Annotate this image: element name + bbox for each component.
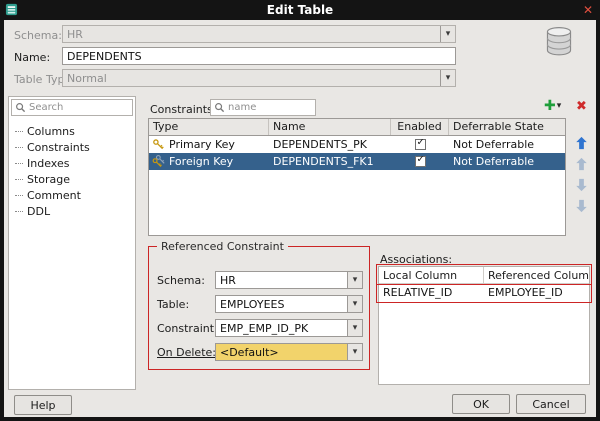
- constraints-section-label: Constraints:: [150, 103, 217, 116]
- on-delete-label: On Delete:: [157, 346, 216, 359]
- schema-label: Schema:: [14, 29, 62, 42]
- delete-constraint-button[interactable]: ✖: [576, 99, 587, 115]
- close-icon[interactable]: ✕: [583, 2, 593, 18]
- add-constraint-button[interactable]: ✚ ▾: [544, 98, 561, 114]
- constraints-table-header: Type Name Enabled Deferrable State: [149, 119, 565, 136]
- chevron-down-icon: [347, 272, 362, 288]
- tree-item-label: Columns: [27, 124, 75, 138]
- schema-select: HR: [62, 25, 456, 43]
- chevron-down-icon: ▾: [556, 101, 562, 111]
- dialog-title: Edit Table: [266, 3, 334, 17]
- name-label: Name:: [14, 51, 51, 64]
- move-up-icon[interactable]: [575, 136, 588, 150]
- sidebar-item-storage[interactable]: Storage: [13, 171, 133, 187]
- sidebar-item-columns[interactable]: Columns: [13, 123, 133, 139]
- enabled-checkbox[interactable]: [414, 156, 426, 167]
- navigation-panel: Columns Constraints Indexes Storage Comm…: [8, 96, 136, 390]
- search-icon: [16, 103, 26, 113]
- constraints-table: Type Name Enabled Deferrable State Prima…: [148, 118, 566, 236]
- associations-table: Local Column Referenced Column RELATIVE_…: [378, 266, 590, 385]
- referenced-column-value: EMPLOYEE_ID: [488, 286, 563, 299]
- ref-table-select[interactable]: EMPLOYEES: [215, 295, 363, 313]
- tree-item-label: Constraints: [27, 140, 90, 154]
- chevron-down-icon: [440, 26, 455, 42]
- delete-icon: ✖: [576, 99, 587, 114]
- association-row[interactable]: RELATIVE_ID EMPLOYEE_ID: [379, 284, 589, 301]
- tree-item-label: Storage: [27, 172, 71, 186]
- tree-item-label: Comment: [27, 188, 81, 202]
- on-delete-value: <Default>: [216, 344, 347, 360]
- column-header-type[interactable]: Type: [149, 119, 269, 135]
- dialog-content: Schema: HR Name: Table Type: Normal: [4, 20, 596, 417]
- edit-table-window: Edit Table ✕ Schema: HR Name: Table Type…: [0, 0, 600, 421]
- referenced-constraint-group: Referenced Constraint Schema: HR Table: …: [148, 240, 370, 370]
- move-down-disabled-icon: [576, 178, 587, 192]
- title-bar: Edit Table ✕: [0, 0, 600, 20]
- ok-button[interactable]: OK: [452, 394, 510, 414]
- help-button[interactable]: Help: [14, 395, 72, 415]
- ref-constraint-select[interactable]: EMP_EMP_ID_PK: [215, 319, 363, 337]
- ref-constraint-value: EMP_EMP_ID_PK: [220, 322, 309, 335]
- sidebar-item-ddl[interactable]: DDL: [13, 203, 133, 219]
- associations-header: Local Column Referenced Column: [379, 267, 589, 284]
- constraint-type: Foreign Key: [169, 155, 234, 168]
- reorder-buttons: [573, 136, 590, 213]
- constraint-row-primary-key[interactable]: Primary Key DEPENDENTS_PK Not Deferrable: [149, 136, 565, 153]
- constraints-filter-input[interactable]: [228, 102, 312, 113]
- primary-key-icon: [153, 139, 164, 150]
- move-up-disabled-icon: [576, 157, 587, 171]
- app-icon: [5, 3, 18, 16]
- sidebar-search: [11, 99, 133, 116]
- ref-constraint-label: Constraint:: [157, 322, 218, 335]
- enabled-checkbox[interactable]: [414, 139, 426, 150]
- ref-table-value: EMPLOYEES: [220, 298, 285, 311]
- ref-schema-select[interactable]: HR: [215, 271, 363, 289]
- sidebar-item-indexes[interactable]: Indexes: [13, 155, 133, 171]
- on-delete-select[interactable]: <Default>: [215, 343, 363, 361]
- ref-schema-label: Schema:: [157, 274, 205, 287]
- navigation-tree: Columns Constraints Indexes Storage Comm…: [13, 123, 133, 219]
- column-header-enabled[interactable]: Enabled: [391, 119, 449, 135]
- associations-label: Associations:: [380, 253, 453, 266]
- column-header-deferrable[interactable]: Deferrable State: [449, 119, 565, 135]
- search-icon: [215, 103, 225, 113]
- cancel-button[interactable]: Cancel: [516, 394, 586, 414]
- tree-item-label: DDL: [27, 204, 51, 218]
- group-title: Referenced Constraint: [157, 240, 288, 253]
- chevron-down-icon: [347, 320, 362, 336]
- ref-schema-value: HR: [220, 274, 236, 287]
- table-type-select: Normal: [62, 69, 456, 87]
- move-to-bottom-disabled-icon: [576, 199, 587, 213]
- sidebar-item-constraints[interactable]: Constraints: [13, 139, 133, 155]
- table-name-input[interactable]: [62, 47, 456, 65]
- column-header-name[interactable]: Name: [269, 119, 391, 135]
- column-header-local-column: Local Column: [379, 267, 484, 283]
- schema-value: HR: [67, 28, 83, 41]
- foreign-key-icon: [152, 155, 165, 167]
- deferrable-state: Not Deferrable: [453, 138, 535, 151]
- sidebar-search-input[interactable]: [29, 102, 129, 113]
- chevron-down-icon: [440, 70, 455, 86]
- plus-icon: ✚: [544, 98, 556, 114]
- chevron-down-icon: [347, 296, 362, 312]
- deferrable-state: Not Deferrable: [453, 155, 535, 168]
- local-column-value: RELATIVE_ID: [383, 286, 453, 299]
- chevron-down-icon: [347, 344, 362, 360]
- database-icon: [546, 27, 572, 56]
- tree-item-label: Indexes: [27, 156, 70, 170]
- ref-table-label: Table:: [157, 298, 190, 311]
- constraints-filter: [210, 99, 316, 116]
- constraint-type: Primary Key: [169, 138, 235, 151]
- constraint-row-foreign-key[interactable]: Foreign Key DEPENDENTS_FK1 Not Deferrabl…: [149, 153, 565, 170]
- constraint-name: DEPENDENTS_PK: [273, 138, 367, 151]
- table-type-value: Normal: [67, 72, 107, 85]
- constraint-name: DEPENDENTS_FK1: [273, 155, 374, 168]
- sidebar-item-comment[interactable]: Comment: [13, 187, 133, 203]
- column-header-referenced-column: Referenced Column: [488, 269, 589, 282]
